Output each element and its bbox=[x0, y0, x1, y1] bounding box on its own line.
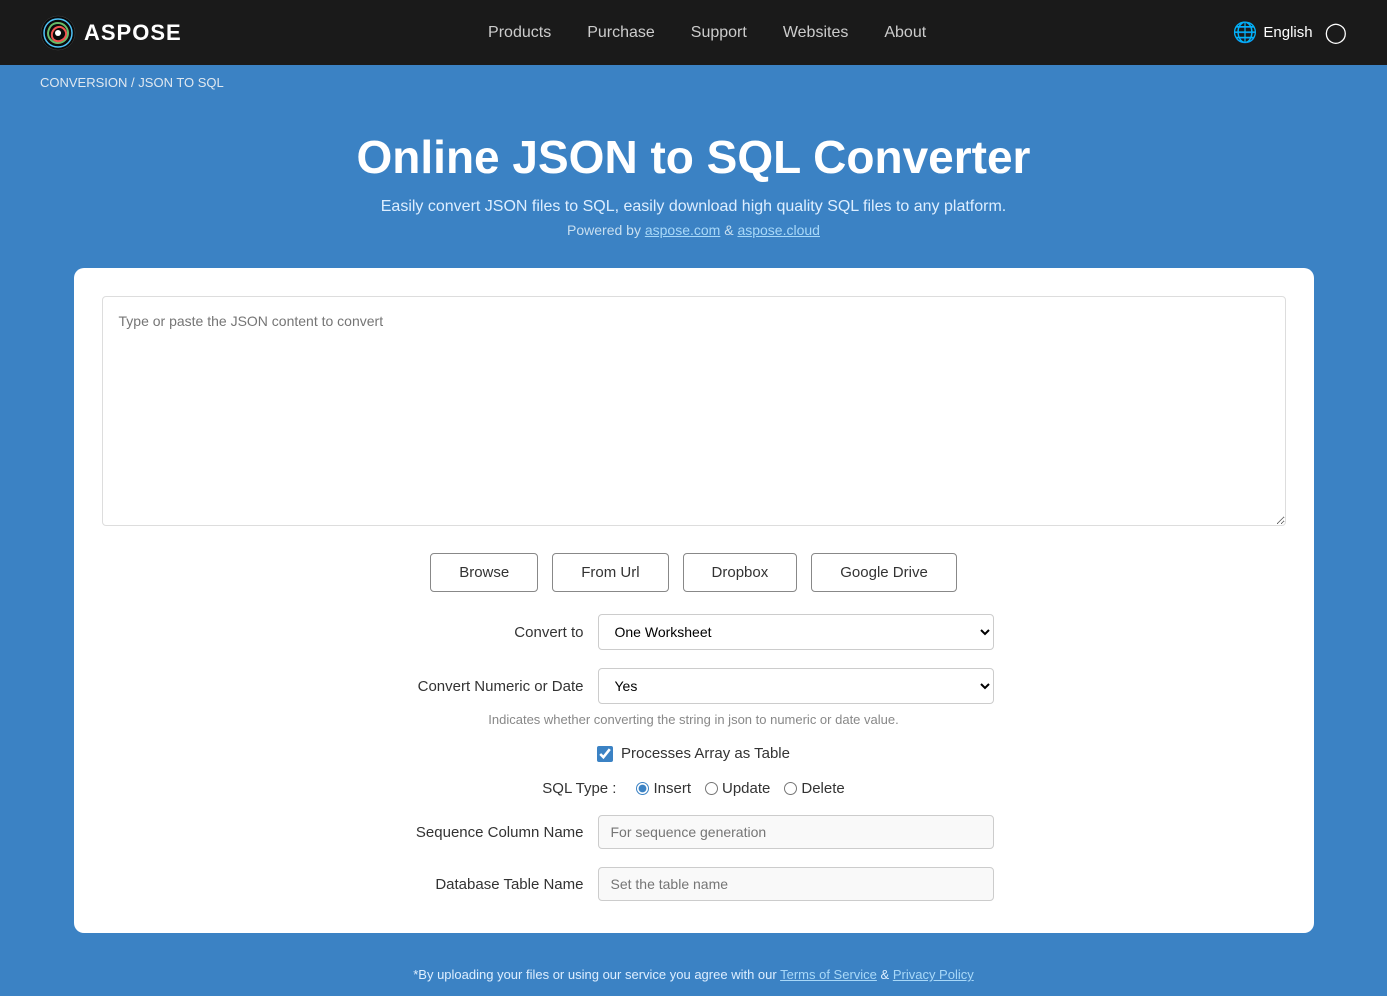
aspose-logo-icon bbox=[40, 15, 76, 51]
sql-type-label: SQL Type : bbox=[542, 780, 616, 797]
sql-type-insert-option[interactable]: Insert bbox=[636, 780, 691, 797]
powered-prefix: Powered by bbox=[567, 222, 645, 238]
footer-amp: & bbox=[881, 967, 893, 982]
sql-type-delete-label: Delete bbox=[801, 780, 844, 797]
sql-type-delete-option[interactable]: Delete bbox=[784, 780, 844, 797]
nav-support[interactable]: Support bbox=[691, 24, 747, 42]
nav-purchase[interactable]: Purchase bbox=[587, 24, 655, 42]
breadcrumb-conversion[interactable]: CONVERSION bbox=[40, 75, 127, 90]
main-card: Browse From Url Dropbox Google Drive Con… bbox=[74, 268, 1314, 933]
convert-to-label: Convert to bbox=[394, 624, 584, 641]
sequence-column-row: Sequence Column Name bbox=[394, 815, 994, 849]
aspose-com-link[interactable]: aspose.com bbox=[645, 222, 720, 238]
hero-subtitle: Easily convert JSON files to SQL, easily… bbox=[20, 198, 1367, 216]
brand-name: ASPOSE bbox=[84, 20, 182, 46]
breadcrumb: CONVERSION / JSON TO SQL bbox=[0, 65, 1387, 100]
database-table-label: Database Table Name bbox=[394, 876, 584, 893]
terms-of-service-link[interactable]: Terms of Service bbox=[780, 967, 877, 982]
language-button[interactable]: 🌐 English bbox=[1233, 20, 1313, 45]
sql-type-delete-radio[interactable] bbox=[784, 782, 797, 795]
convert-numeric-row: Convert Numeric or Date Yes No bbox=[394, 668, 994, 704]
navbar-logo-area: ASPOSE bbox=[40, 15, 182, 51]
browse-button[interactable]: Browse bbox=[430, 553, 538, 592]
processes-array-checkbox[interactable] bbox=[597, 746, 613, 762]
footer-text: *By uploading your files or using our se… bbox=[413, 967, 780, 982]
nav-websites[interactable]: Websites bbox=[783, 24, 849, 42]
breadcrumb-separator: / bbox=[131, 75, 135, 90]
navbar: ASPOSE Products Purchase Support Website… bbox=[0, 0, 1387, 65]
user-icon[interactable]: ◯ bbox=[1325, 20, 1347, 45]
privacy-policy-link[interactable]: Privacy Policy bbox=[893, 967, 974, 982]
nav-about[interactable]: About bbox=[884, 24, 926, 42]
nav-products[interactable]: Products bbox=[488, 24, 551, 42]
convert-to-row: Convert to One Worksheet Multiple Worksh… bbox=[394, 614, 994, 650]
breadcrumb-current: JSON TO SQL bbox=[138, 75, 224, 90]
sql-type-update-option[interactable]: Update bbox=[705, 780, 770, 797]
database-table-row: Database Table Name bbox=[394, 867, 994, 901]
sql-type-update-label: Update bbox=[722, 780, 770, 797]
sequence-column-label: Sequence Column Name bbox=[394, 824, 584, 841]
page-title: Online JSON to SQL Converter bbox=[20, 130, 1367, 184]
hero-section: Online JSON to SQL Converter Easily conv… bbox=[0, 100, 1387, 268]
nav-links: Products Purchase Support Websites About bbox=[488, 24, 926, 42]
footer-bar: *By uploading your files or using our se… bbox=[0, 953, 1387, 996]
globe-icon: 🌐 bbox=[1233, 20, 1258, 45]
json-input[interactable] bbox=[102, 296, 1286, 526]
navbar-right: 🌐 English ◯ bbox=[1233, 20, 1348, 45]
sql-type-insert-radio[interactable] bbox=[636, 782, 649, 795]
upload-buttons: Browse From Url Dropbox Google Drive bbox=[102, 553, 1286, 592]
options-section: Convert to One Worksheet Multiple Worksh… bbox=[102, 614, 1286, 901]
processes-array-row: Processes Array as Table bbox=[597, 745, 790, 762]
powered-by: Powered by aspose.com & aspose.cloud bbox=[20, 222, 1367, 238]
convert-numeric-hint: Indicates whether converting the string … bbox=[488, 712, 898, 727]
google-drive-button[interactable]: Google Drive bbox=[811, 553, 957, 592]
sql-type-insert-label: Insert bbox=[653, 780, 691, 797]
powered-amp: & bbox=[724, 222, 737, 238]
database-table-input[interactable] bbox=[598, 867, 994, 901]
sql-type-row: SQL Type : Insert Update Delete bbox=[542, 780, 844, 797]
sequence-column-input[interactable] bbox=[598, 815, 994, 849]
aspose-cloud-link[interactable]: aspose.cloud bbox=[737, 222, 820, 238]
language-label: English bbox=[1263, 24, 1312, 41]
convert-to-select[interactable]: One Worksheet Multiple Worksheets bbox=[598, 614, 994, 650]
convert-numeric-label: Convert Numeric or Date bbox=[394, 678, 584, 695]
sql-type-update-radio[interactable] bbox=[705, 782, 718, 795]
from-url-button[interactable]: From Url bbox=[552, 553, 668, 592]
processes-array-label: Processes Array as Table bbox=[621, 745, 790, 762]
dropbox-button[interactable]: Dropbox bbox=[683, 553, 798, 592]
convert-numeric-select[interactable]: Yes No bbox=[598, 668, 994, 704]
